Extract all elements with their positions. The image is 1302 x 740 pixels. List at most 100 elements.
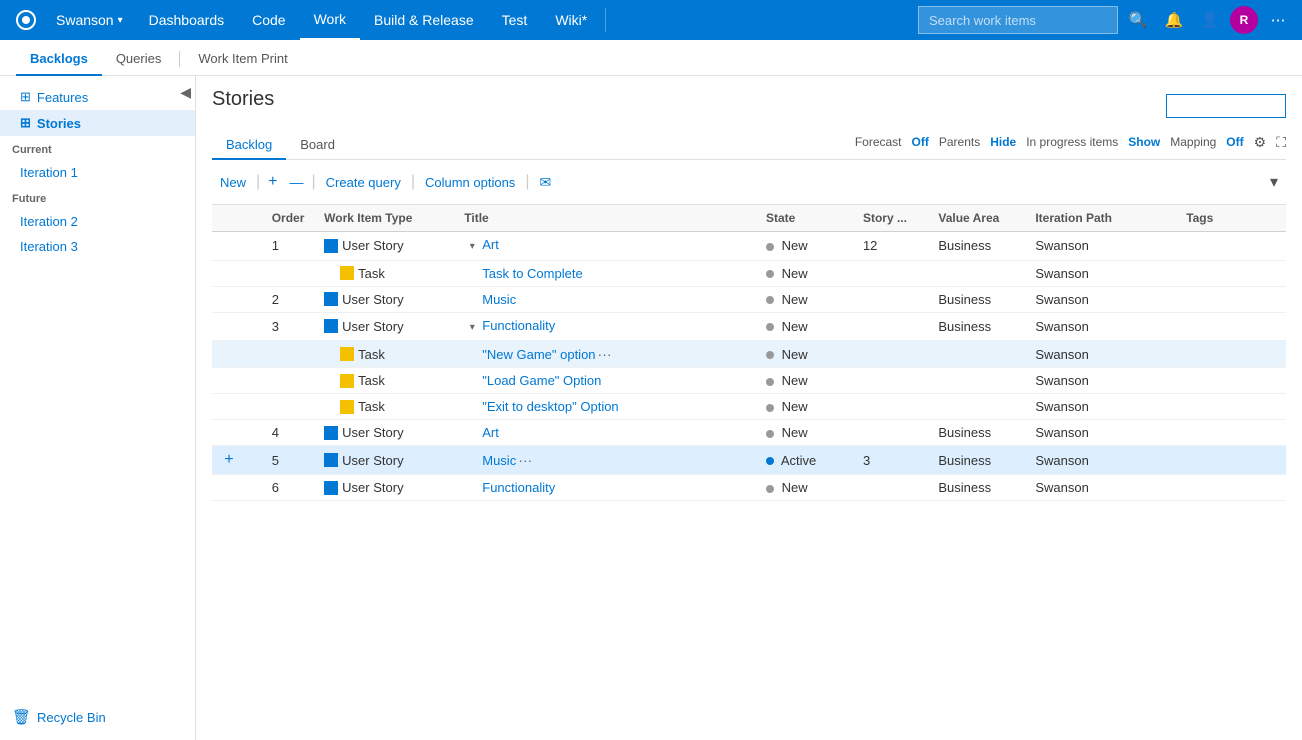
tab-backlogs[interactable]: Backlogs xyxy=(16,43,102,76)
cell-value-area: Business xyxy=(930,446,1027,475)
recycle-bin-icon: 🗑 xyxy=(12,708,31,726)
nav-code[interactable]: Code xyxy=(238,0,299,40)
title-search-box[interactable] xyxy=(1166,94,1286,118)
email-btn[interactable]: ✉ xyxy=(531,170,559,195)
people-icon[interactable]: 👤 xyxy=(1194,4,1226,36)
more-options-icon[interactable]: ⋯ xyxy=(1262,4,1294,36)
title-link[interactable]: "Load Game" Option xyxy=(482,373,601,388)
cell-iteration-path: Swanson xyxy=(1027,368,1178,394)
notifications-icon[interactable]: 🔔 xyxy=(1158,4,1190,36)
state-label: Active xyxy=(781,453,816,468)
cell-iteration-path: Swanson xyxy=(1027,475,1178,501)
state-dot xyxy=(766,323,774,331)
title-link[interactable]: Art xyxy=(482,237,499,252)
title-link[interactable]: Music xyxy=(482,453,516,468)
fullscreen-icon[interactable]: ⛶ xyxy=(1276,134,1286,151)
sidebar-collapse-btn[interactable]: ◀ xyxy=(180,84,191,101)
col-header-iterpath[interactable]: Iteration Path xyxy=(1027,205,1178,232)
expand-btn[interactable]: ▾ xyxy=(464,239,480,255)
nav-test[interactable]: Test xyxy=(488,0,542,40)
state-label: New xyxy=(782,347,808,362)
story-icon xyxy=(324,453,338,467)
sidebar-iteration2[interactable]: Iteration 2 xyxy=(0,209,195,234)
action-divider3: | xyxy=(411,173,415,191)
page-title: Stories xyxy=(212,88,274,111)
forecast-toggle[interactable]: Off xyxy=(912,135,929,149)
project-selector[interactable]: Swanson ▾ xyxy=(44,0,135,40)
sidebar-current-label: Current xyxy=(0,136,195,160)
type-label: User Story xyxy=(342,292,403,307)
sidebar-recycle-bin[interactable]: 🗑 Recycle Bin xyxy=(0,702,195,732)
sidebar-item-stories[interactable]: ⊞ Stories xyxy=(0,110,195,136)
avatar[interactable]: R xyxy=(1230,6,1258,34)
tab-board[interactable]: Board xyxy=(286,131,349,160)
add-child-btn[interactable]: + xyxy=(220,451,238,469)
cell-state: New xyxy=(758,420,855,446)
col-header-valuearea[interactable]: Value Area xyxy=(930,205,1027,232)
cell-type: User Story xyxy=(316,312,456,341)
col-header-type[interactable]: Work Item Type xyxy=(316,205,456,232)
tab-backlog[interactable]: Backlog xyxy=(212,131,286,160)
filter-icon: ▾ xyxy=(1270,172,1278,192)
state-dot xyxy=(766,404,774,412)
title-link[interactable]: Art xyxy=(482,425,499,440)
sidebar-iteration1[interactable]: Iteration 1 xyxy=(0,160,195,185)
new-button[interactable]: New xyxy=(212,171,254,194)
cell-tags xyxy=(1178,341,1286,368)
add-workitem-btn[interactable]: + xyxy=(262,171,283,193)
cell-tags xyxy=(1178,420,1286,446)
type-label: Task xyxy=(358,399,385,414)
title-link[interactable]: "New Game" option xyxy=(482,347,595,362)
col-header-title[interactable]: Title xyxy=(456,205,758,232)
title-link[interactable]: Task to Complete xyxy=(482,266,582,281)
cell-type: User Story xyxy=(316,420,456,446)
project-name: Swanson xyxy=(56,12,114,28)
state-label: New xyxy=(782,319,808,334)
sidebar-iteration3[interactable]: Iteration 3 xyxy=(0,234,195,259)
nav-wiki[interactable]: Wiki* xyxy=(541,0,601,40)
parents-toggle[interactable]: Hide xyxy=(990,135,1016,149)
nav-dashboards[interactable]: Dashboards xyxy=(135,0,239,40)
expand-btn[interactable]: ▾ xyxy=(464,319,480,335)
title-link[interactable]: Music xyxy=(482,292,516,307)
cell-state: New xyxy=(758,394,855,420)
stories-grid-icon: ⊞ xyxy=(20,115,31,131)
tab-work-item-print[interactable]: Work Item Print xyxy=(184,43,301,76)
workitem-type: User Story xyxy=(324,480,448,495)
title-link[interactable]: "Exit to desktop" Option xyxy=(482,399,618,414)
cell-tags xyxy=(1178,475,1286,501)
collapse-btn[interactable]: — xyxy=(284,172,310,192)
create-query-btn[interactable]: Create query xyxy=(318,171,409,194)
cell-tags xyxy=(1178,368,1286,394)
inprogress-toggle[interactable]: Show xyxy=(1128,135,1160,149)
ellipsis-btn[interactable]: ··· xyxy=(516,452,534,468)
col-header-state[interactable]: State xyxy=(758,205,855,232)
sidebar-item-features[interactable]: ⊞ Features xyxy=(0,84,195,110)
cell-order: 2 xyxy=(264,286,316,312)
search-input[interactable] xyxy=(918,6,1118,34)
table-row: Task "New Game" option··· New Swanson xyxy=(212,341,1286,368)
state-dot xyxy=(766,270,774,278)
settings-icon[interactable]: ⚙ xyxy=(1254,134,1267,151)
type-label: Task xyxy=(358,266,385,281)
table-row: Task Task to Complete New Swanson xyxy=(212,260,1286,286)
workitem-type: User Story xyxy=(324,292,448,307)
search-icon-btn[interactable]: 🔍 xyxy=(1122,4,1154,36)
ellipsis-btn[interactable]: ··· xyxy=(596,346,614,362)
mapping-toggle[interactable]: Off xyxy=(1226,135,1243,149)
table-row: 3 User Story ▾Functionality New Business… xyxy=(212,312,1286,341)
task-icon xyxy=(340,347,354,361)
cell-iteration-path: Swanson xyxy=(1027,420,1178,446)
filter-btn[interactable]: ▾ xyxy=(1262,168,1286,196)
column-options-btn[interactable]: Column options xyxy=(417,171,523,194)
col-header-story[interactable]: Story ... xyxy=(855,205,930,232)
tab-queries[interactable]: Queries xyxy=(102,43,176,76)
col-header-tags[interactable]: Tags xyxy=(1178,205,1286,232)
nav-build-release[interactable]: Build & Release xyxy=(360,0,488,40)
title-link[interactable]: Functionality xyxy=(482,480,555,495)
title-link[interactable]: Functionality xyxy=(482,318,555,333)
cell-type: User Story xyxy=(316,232,456,261)
app-logo[interactable] xyxy=(8,0,44,40)
nav-work[interactable]: Work xyxy=(300,0,360,40)
type-label: User Story xyxy=(342,238,403,253)
